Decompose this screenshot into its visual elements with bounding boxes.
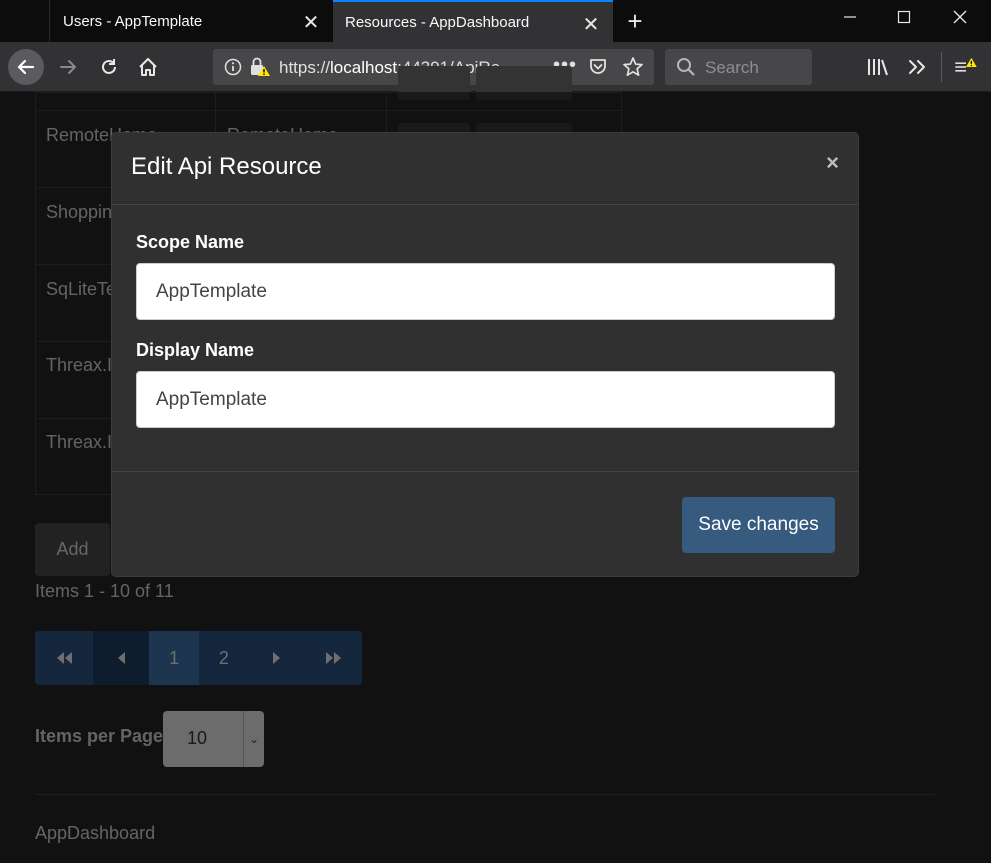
reload-icon bbox=[102, 59, 116, 74]
pocket-icon[interactable] bbox=[588, 57, 608, 77]
forward-button[interactable] bbox=[55, 54, 81, 80]
display-name-input[interactable] bbox=[136, 371, 835, 428]
new-tab-icon[interactable]: + bbox=[621, 6, 649, 37]
hamburger-menu-icon bbox=[955, 57, 977, 72]
modal-header: Edit Api Resource × bbox=[112, 133, 858, 205]
back-button[interactable] bbox=[8, 49, 44, 85]
forward-arrow-icon bbox=[60, 60, 76, 74]
overflow-menu-button[interactable] bbox=[904, 54, 930, 80]
maximize-icon[interactable] bbox=[889, 8, 919, 29]
edit-api-resource-dialog: Edit Api Resource × Scope Name Display N… bbox=[111, 132, 859, 577]
window-close-icon[interactable] bbox=[945, 8, 975, 29]
search-placeholder: Search bbox=[705, 58, 759, 77]
library-button[interactable] bbox=[864, 54, 890, 80]
bookmark-star-icon[interactable] bbox=[622, 56, 644, 78]
close-tab-icon[interactable]: ✕ bbox=[301, 10, 321, 35]
close-tab-icon[interactable]: ✕ bbox=[581, 12, 601, 37]
toolbar-divider bbox=[941, 52, 942, 82]
scope-name-input[interactable] bbox=[136, 263, 835, 320]
chevron-double-right-icon bbox=[909, 60, 925, 74]
back-arrow-icon bbox=[17, 59, 35, 75]
modal-title: Edit Api Resource bbox=[131, 153, 322, 180]
info-icon[interactable] bbox=[224, 58, 242, 76]
insecure-lock-icon[interactable] bbox=[249, 57, 271, 77]
home-icon bbox=[139, 58, 157, 76]
tab-title: Resources - AppDashboard bbox=[345, 13, 530, 31]
tab-resources[interactable]: Resources - AppDashboard ✕ bbox=[333, 0, 613, 42]
library-icon bbox=[868, 59, 888, 76]
search-input[interactable]: Search bbox=[665, 49, 812, 85]
tab-title: Users - AppTemplate bbox=[63, 12, 203, 30]
scope-name-label: Scope Name bbox=[136, 232, 245, 252]
url-scheme: https:// bbox=[279, 58, 331, 77]
close-icon[interactable]: × bbox=[826, 150, 839, 176]
search-icon bbox=[677, 58, 695, 76]
display-name-label: Display Name bbox=[136, 340, 255, 360]
modal-footer-divider bbox=[112, 471, 858, 472]
hamburger-menu-button[interactable] bbox=[953, 54, 979, 80]
minimize-icon[interactable] bbox=[835, 8, 865, 29]
tab-bar: Users - AppTemplate ✕ Resources - AppDas… bbox=[0, 0, 991, 42]
save-changes-button[interactable]: Save changes bbox=[682, 497, 835, 553]
home-button[interactable] bbox=[135, 54, 161, 80]
reload-button[interactable] bbox=[96, 54, 122, 80]
url-host: localhost bbox=[330, 58, 398, 77]
tab-users[interactable]: Users - AppTemplate ✕ bbox=[50, 0, 333, 42]
